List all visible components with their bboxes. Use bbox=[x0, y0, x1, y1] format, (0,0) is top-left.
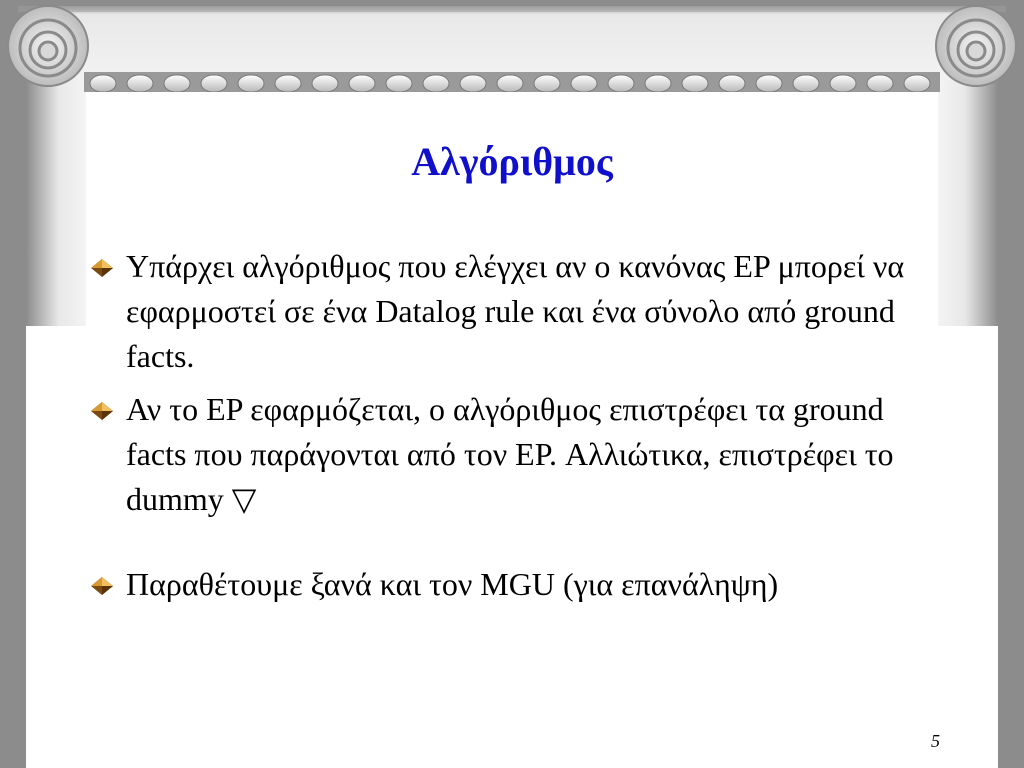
bullet-text: Υπάρχει αλγόριθμος που ελέγχει αν ο κανό… bbox=[126, 248, 905, 374]
bullet-text: Αν το EP εφαρμόζεται, ο αλγόριθμος επιστ… bbox=[126, 391, 894, 517]
bullet-text: Παραθέτουμε ξανά και τον MGU (για επανάλ… bbox=[126, 566, 779, 602]
diamond-bullet-icon bbox=[91, 577, 113, 595]
bullet-list: Υπάρχει αλγόριθμος που ελέγχει αν ο κανό… bbox=[86, 244, 946, 615]
diamond-bullet-icon bbox=[91, 259, 113, 277]
page-number: 5 bbox=[931, 731, 940, 751]
right-volute-icon bbox=[935, 5, 1017, 87]
bullet-item: Υπάρχει αλγόριθμος που ελέγχει αν ο κανό… bbox=[86, 244, 946, 379]
slide: Αλγόριθμος Υπάρχει αλγόριθμος που ελέγχε… bbox=[0, 0, 1024, 768]
bullet-item: Αν το EP εφαρμόζεται, ο αλγόριθμος επιστ… bbox=[86, 387, 946, 522]
bullet-item: Παραθέτουμε ξανά και τον MGU (για επανάλ… bbox=[86, 562, 946, 607]
slide-title: Αλγόριθμος bbox=[411, 139, 613, 184]
diamond-bullet-icon bbox=[91, 402, 113, 420]
left-volute-icon bbox=[7, 5, 89, 87]
